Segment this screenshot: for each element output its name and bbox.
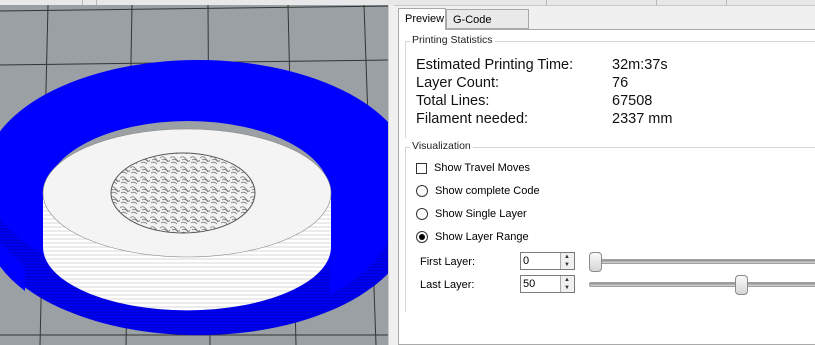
estimated-printing-time-value: 32m:37s (612, 57, 668, 73)
printing-statistics-group: Printing Statistics Estimated Printing T… (405, 34, 815, 138)
filament-needed-value: 2337 mm (612, 111, 673, 127)
last-layer-spin-buttons[interactable]: ▲ ▼ (560, 276, 574, 292)
last-layer-input[interactable] (523, 277, 559, 291)
radio-circle[interactable] (416, 185, 428, 197)
estimated-printing-time-label: Estimated Printing Time: (416, 57, 574, 73)
show-single-layer-radio[interactable]: Show Single Layer (416, 206, 527, 222)
filament-needed-label: Filament needed: (416, 111, 529, 127)
spin-down-icon[interactable]: ▼ (561, 261, 573, 269)
first-layer-slider-thumb[interactable] (589, 252, 602, 272)
first-layer-slider-track[interactable] (589, 259, 815, 264)
show-complete-code-radio[interactable]: Show complete Code (416, 183, 540, 199)
first-layer-spin-buttons[interactable]: ▲ ▼ (560, 253, 574, 269)
spin-down-icon[interactable]: ▼ (561, 284, 573, 292)
first-layer-spinbox[interactable]: ▲ ▼ (520, 252, 575, 270)
last-layer-spinbox[interactable]: ▲ ▼ (520, 275, 575, 293)
radio-circle[interactable] (416, 208, 428, 220)
print-preview-render (0, 5, 388, 345)
total-lines-label: Total Lines: (416, 93, 490, 109)
checkbox-box[interactable] (416, 162, 427, 174)
layer-count-label: Layer Count: (416, 75, 500, 91)
spin-up-icon[interactable]: ▲ (561, 253, 573, 261)
show-travel-moves-label: Show Travel Moves (434, 162, 530, 174)
printing-statistics-title: Printing Statistics (410, 34, 495, 46)
visualization-title: Visualization (410, 140, 473, 152)
last-layer-slider-track[interactable] (589, 282, 815, 287)
3d-print-preview-viewport[interactable] (0, 5, 388, 345)
tab-gcode-editor[interactable]: G-Code Editor (446, 9, 529, 46)
visualization-group: Visualization Show Travel Moves Show com… (405, 140, 815, 312)
tab-preview[interactable]: Preview (398, 8, 446, 30)
show-layer-range-label: Show Layer Range (435, 231, 529, 243)
layer-count-value: 76 (612, 75, 629, 91)
show-complete-code-label: Show complete Code (435, 185, 540, 197)
show-single-layer-label: Show Single Layer (435, 208, 527, 220)
spin-up-icon[interactable]: ▲ (561, 276, 573, 284)
last-layer-slider-thumb[interactable] (734, 275, 748, 295)
radio-circle-checked[interactable] (416, 231, 428, 243)
total-lines-value: 67508 (612, 93, 653, 109)
show-layer-range-radio[interactable]: Show Layer Range (416, 229, 529, 245)
show-travel-moves-checkbox[interactable]: Show Travel Moves (416, 160, 530, 176)
preview-tab-page: Printing Statistics Estimated Printing T… (398, 29, 815, 345)
right-panel: Preview G-Code Editor Printing Statistic… (394, 5, 815, 345)
first-layer-label: First Layer: (420, 256, 476, 268)
first-layer-input[interactable] (523, 254, 559, 268)
last-layer-label: Last Layer: (420, 279, 475, 291)
